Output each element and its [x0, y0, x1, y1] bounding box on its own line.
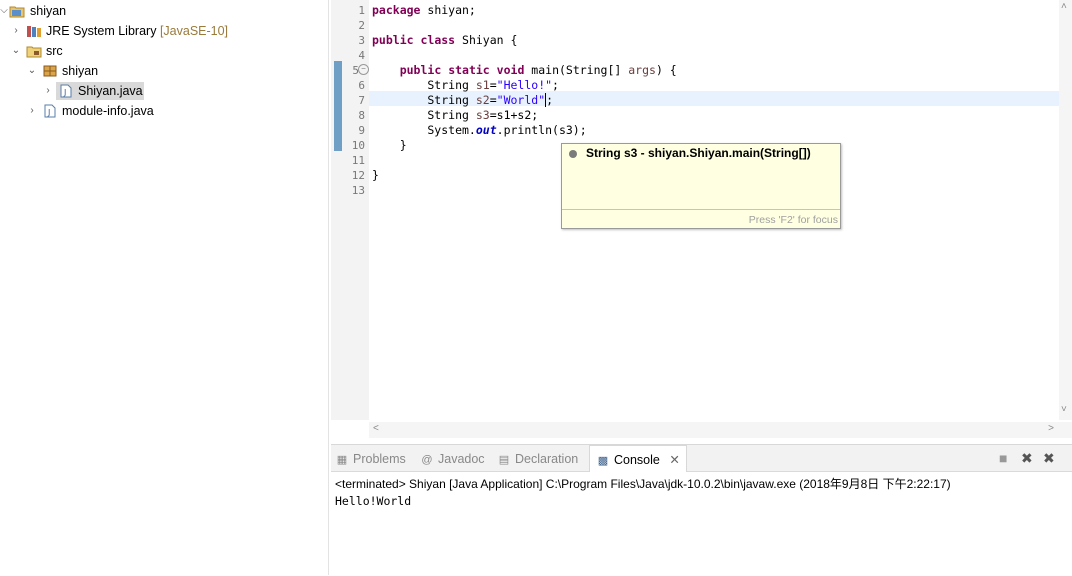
line-number: 1 — [358, 4, 365, 17]
chevron-down-icon[interactable]: ⌄ — [27, 61, 37, 81]
code-line: String s2="World"; — [372, 93, 554, 107]
console-process-label: <terminated> Shiyan [Java Application] C… — [335, 477, 951, 491]
tree-item-label: src — [46, 44, 63, 58]
chevron-right-icon[interactable]: › — [43, 81, 53, 101]
tree-item-jre-library[interactable]: › JRE System Library [JavaSE-10] — [0, 21, 328, 41]
tree-item-package[interactable]: ⌄ shiyan — [0, 61, 328, 81]
line-number: 7 — [358, 94, 365, 107]
tab-problems[interactable]: ▦ Problems — [335, 445, 406, 471]
tree-item-label: shiyan — [62, 64, 99, 78]
line-number: 3 — [358, 34, 365, 47]
line-number: 6 — [358, 79, 365, 92]
line-number: 13 — [351, 184, 365, 197]
line-number: 8 — [358, 109, 365, 122]
overview-ruler — [331, 0, 345, 420]
console-icon: ▩ — [597, 455, 609, 467]
scroll-down-icon[interactable]: ˅ — [1061, 404, 1067, 415]
java-file-icon: J — [58, 84, 74, 98]
code-line: public class Shiyan { — [372, 33, 518, 47]
tree-item-label: module-info.java — [62, 104, 154, 118]
svg-text:J: J — [63, 88, 66, 97]
scroll-left-icon[interactable]: < — [373, 423, 379, 434]
line-number: 4 — [358, 49, 365, 62]
terminate-icon[interactable]: ■ — [999, 450, 1007, 466]
chevron-right-icon[interactable]: › — [27, 101, 37, 121]
remove-all-terminated-icon[interactable]: ✖ — [1043, 450, 1055, 467]
line-number-gutter: 1 2 3 4 5 − 6 7 8 9 10 11 12 13 — [345, 0, 369, 420]
code-line: package shiyan; — [372, 3, 476, 17]
console-output[interactable]: Hello!World — [335, 494, 411, 508]
line-number: 12 — [351, 169, 365, 182]
chevron-right-icon[interactable]: › — [11, 21, 21, 41]
tree-item-label: JRE System Library — [46, 24, 157, 38]
local-variable-icon — [569, 150, 577, 158]
javadoc-icon: @ — [421, 454, 433, 466]
tab-console[interactable]: ▩ Console ✕ — [589, 445, 687, 472]
scroll-up-icon[interactable]: ˄ — [1061, 1, 1067, 12]
hover-tooltip[interactable]: String s3 - shiyan.Shiyan.main(String[])… — [561, 143, 841, 229]
tree-item-shiyan-java[interactable]: › J Shiyan.java — [0, 81, 328, 101]
scroll-right-icon[interactable]: > — [1048, 423, 1054, 434]
horizontal-scrollbar[interactable]: < > — [369, 422, 1072, 438]
views-tab-bar: ▦ Problems @ Javadoc ▤ Declaration ▩ Console… — [331, 445, 1072, 472]
tooltip-signature: String s3 - shiyan.Shiyan.main(String[]) — [586, 146, 811, 160]
package-icon — [42, 64, 58, 78]
declaration-icon: ▤ — [498, 454, 510, 466]
code-line: String s3=s1+s2; — [372, 108, 539, 122]
code-line: public static void main(String[] args) { — [399, 63, 677, 77]
tree-item-src[interactable]: ⌄ src — [0, 41, 328, 61]
line-number: 10 — [351, 139, 365, 152]
tooltip-focus-hint: Press 'F2' for focus — [748, 214, 838, 226]
code-line: } — [372, 168, 379, 182]
vertical-scrollbar[interactable]: ˄ ˅ — [1059, 0, 1072, 420]
change-marker — [334, 61, 342, 151]
tree-item-label: shiyan — [30, 4, 67, 18]
project-folder-icon — [9, 4, 25, 18]
code-line: String s1="Hello!"; — [372, 78, 559, 92]
tooltip-divider — [562, 209, 840, 210]
line-number: 2 — [358, 19, 365, 32]
tree-item-project[interactable]: ⌵ shiyan — [0, 1, 328, 21]
fold-collapse-icon[interactable]: − — [358, 64, 369, 75]
svg-text:J: J — [47, 108, 50, 117]
remove-launch-icon[interactable]: ✖ — [1021, 450, 1033, 467]
package-explorer: ⌵ shiyan › JRE System Library [JavaSE-10… — [0, 0, 329, 575]
chevron-down-icon[interactable]: ⌵ — [0, 1, 9, 21]
source-folder-icon — [26, 44, 42, 58]
tree-item-label: Shiyan.java — [78, 84, 143, 98]
problems-icon: ▦ — [336, 454, 348, 466]
line-number: 11 — [351, 154, 365, 167]
bottom-views-panel: ▦ Problems @ Javadoc ▤ Declaration ▩ Console… — [331, 444, 1072, 576]
tab-javadoc[interactable]: @ Javadoc — [420, 445, 484, 471]
library-icon — [26, 24, 42, 38]
tab-declaration[interactable]: ▤ Declaration — [497, 445, 578, 471]
close-tab-icon[interactable]: ✕ — [669, 453, 679, 467]
java-file-icon: J — [42, 104, 58, 118]
tree-item-module-info[interactable]: › J module-info.java — [0, 101, 328, 121]
jre-version-label: [JavaSE-10] — [159, 24, 229, 38]
code-line: System.out.println(s3); — [372, 123, 587, 137]
code-line: } — [372, 138, 407, 152]
line-number: 9 — [358, 124, 365, 137]
chevron-down-icon[interactable]: ⌄ — [11, 41, 21, 61]
